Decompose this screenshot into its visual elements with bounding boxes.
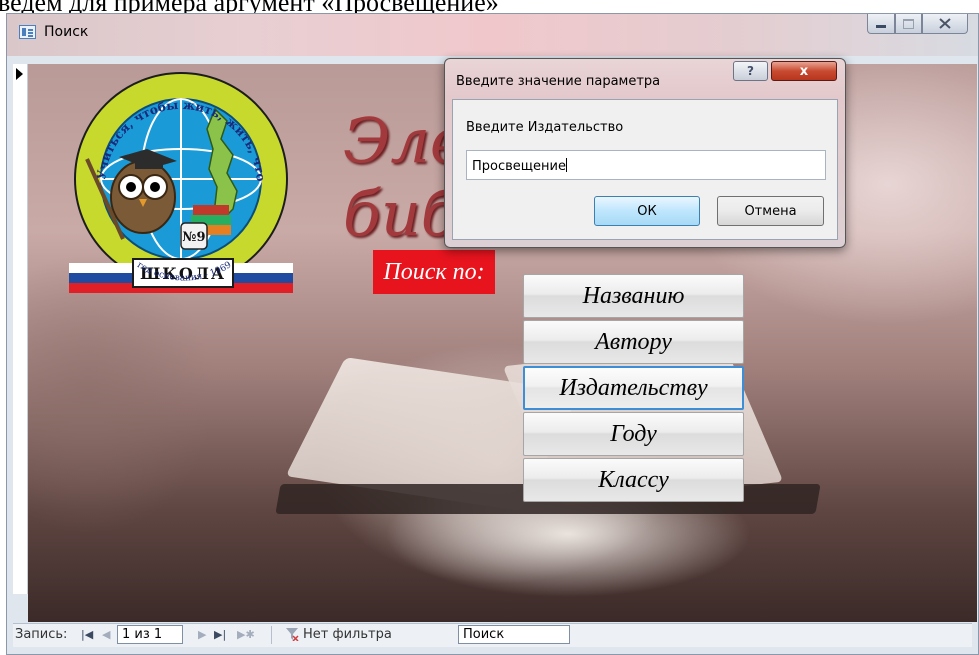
close-button[interactable] (922, 14, 968, 34)
window-titlebar[interactable]: Поиск (7, 14, 978, 56)
close-icon: x (799, 63, 809, 79)
search-by-year-button[interactable]: Году (523, 412, 744, 456)
close-icon (939, 18, 951, 29)
search-by-author-button[interactable]: Автору (523, 320, 744, 364)
current-record-field[interactable]: 1 из 1 (117, 625, 183, 644)
ok-button[interactable]: ОК (594, 196, 700, 226)
window-title: Поиск (44, 24, 89, 40)
search-by-title-button[interactable]: Названию (523, 274, 744, 318)
school-emblem-logo: Учиться, чтобы жить, жить, чтобы учиться… (65, 69, 293, 293)
next-record-icon[interactable]: ▶ (198, 628, 206, 641)
parameter-prompt: Введите Издательство (466, 120, 624, 135)
dialog-help-button[interactable]: ? (733, 61, 768, 81)
dialog-close-button[interactable]: x (771, 61, 837, 81)
help-icon: ? (747, 64, 754, 78)
minimize-icon (876, 25, 886, 28)
previous-record-icon[interactable]: ◀ (102, 628, 110, 641)
parameter-input[interactable]: Просвещение (466, 150, 826, 180)
search-by-publisher-button[interactable]: Издательству (523, 366, 744, 410)
record-selector[interactable] (13, 64, 28, 594)
search-field[interactable]: Поиск (458, 625, 570, 644)
search-by-label: Поиск по: (373, 250, 495, 294)
new-record-icon[interactable]: ▶✱ (237, 628, 255, 641)
minimize-button[interactable] (867, 14, 895, 34)
first-record-icon[interactable]: |◀ (81, 628, 93, 641)
parameter-dialog: Введите значение параметра ? x Введите И… (444, 58, 846, 248)
search-by-grade-button[interactable]: Классу (523, 458, 744, 502)
maximize-button[interactable] (895, 14, 922, 34)
dialog-body: Введите Издательство Просвещение ОК Отме… (452, 99, 838, 240)
form-icon (19, 25, 36, 39)
svg-text:№9: №9 (182, 230, 205, 245)
filter-icon[interactable] (285, 627, 299, 641)
last-record-icon[interactable]: ▶| (214, 628, 226, 641)
record-navigation-bar: Запись: |◀ ◀ 1 из 1 ▶ ▶| ▶✱ Нет фильтра … (13, 623, 972, 647)
record-label: Запись: (15, 627, 68, 642)
dialog-title: Введите значение параметра (456, 74, 661, 89)
current-record-arrow-icon (16, 68, 23, 80)
cancel-button[interactable]: Отмена (717, 196, 824, 226)
maximize-icon (903, 18, 914, 29)
parameter-input-value: Просвещение (472, 159, 566, 174)
filter-status[interactable]: Нет фильтра (303, 627, 392, 642)
